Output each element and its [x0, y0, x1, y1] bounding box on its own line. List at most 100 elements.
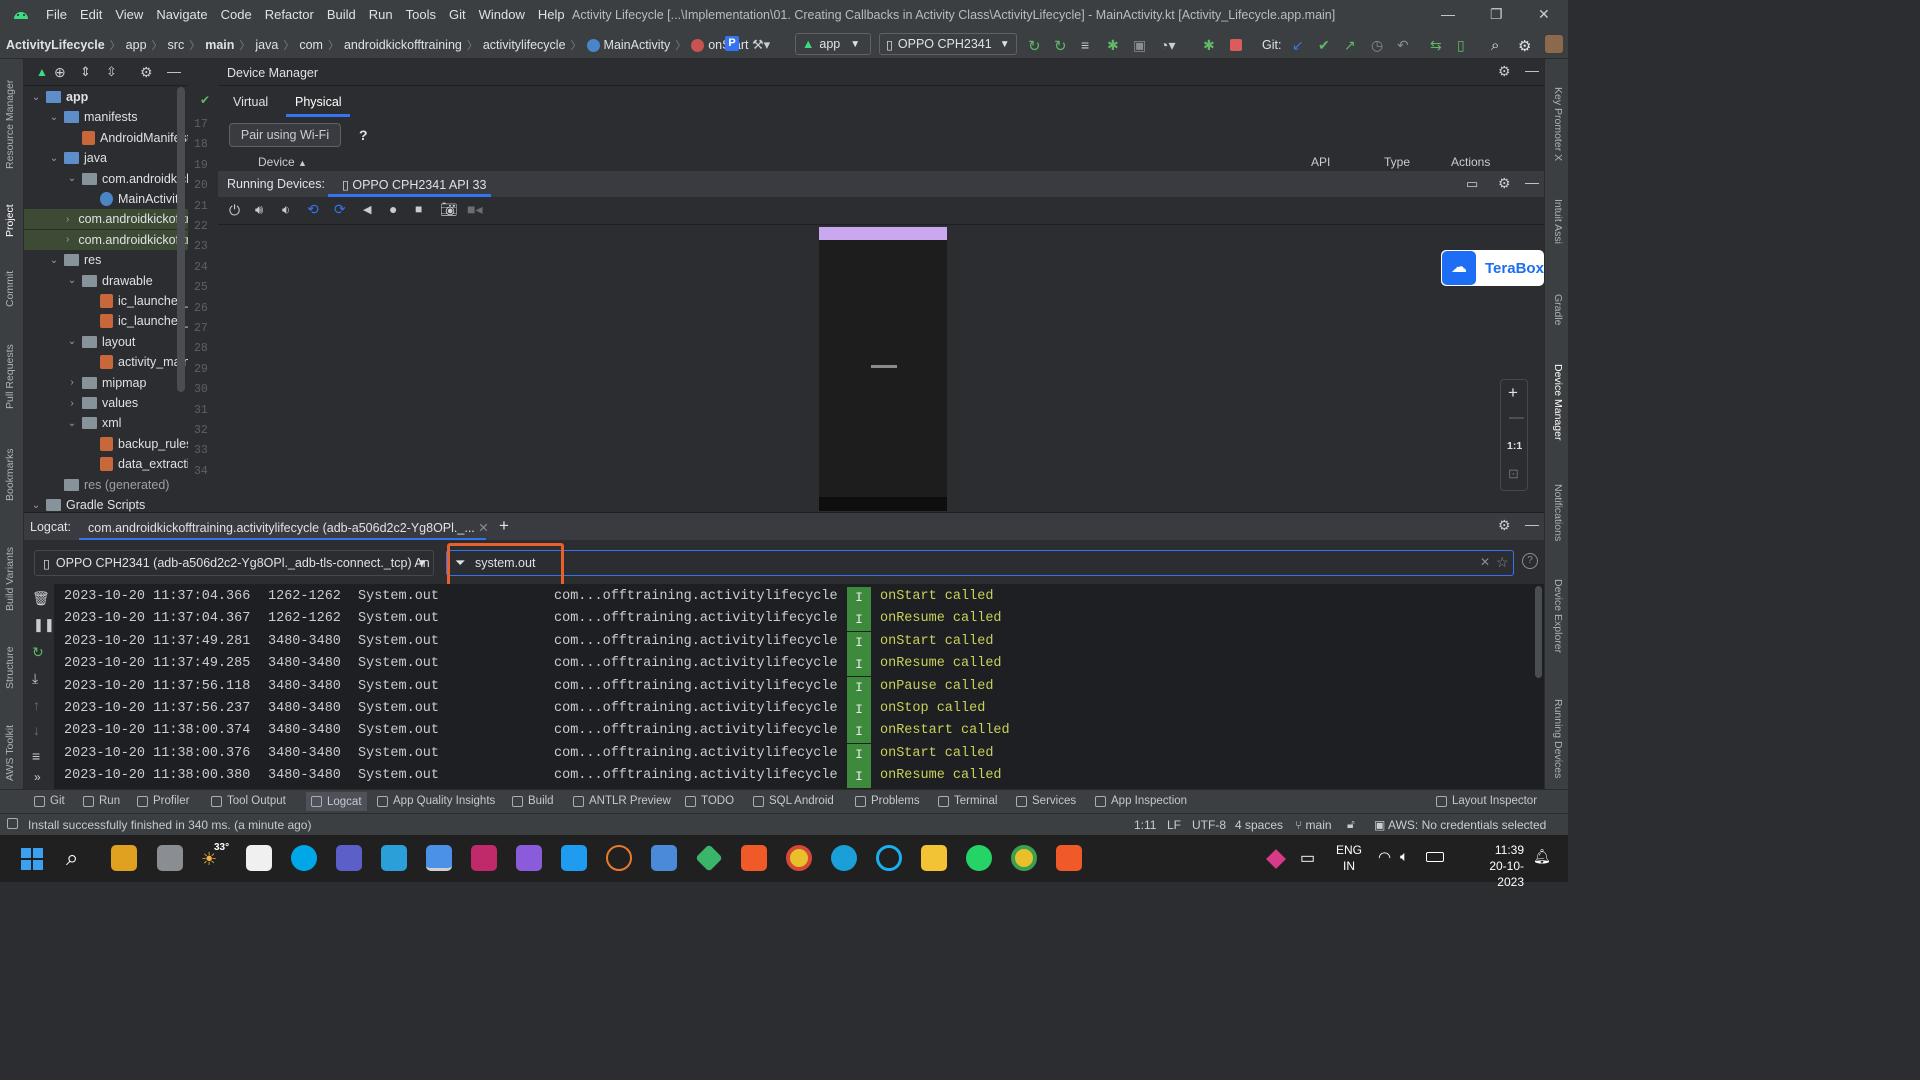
- down-arrow-icon[interactable]: ↓: [33, 722, 40, 738]
- chrome-app-icon[interactable]: [786, 845, 812, 871]
- tree-item[interactable]: ⌄ java: [48, 148, 107, 168]
- tree-item[interactable]: ⌄ drawable: [66, 271, 153, 291]
- gear-icon[interactable]: ⚙: [1498, 517, 1511, 534]
- avatar[interactable]: [1545, 35, 1563, 53]
- tool-intuit-assist[interactable]: Intuit Assi: [1552, 199, 1564, 244]
- wifi-icon[interactable]: ◠: [1378, 848, 1391, 866]
- device-mirror-icon[interactable]: ▯: [1457, 37, 1473, 53]
- menu-file[interactable]: File: [46, 7, 67, 22]
- breadcrumb-item[interactable]: MainActivity: [604, 38, 671, 52]
- hide-icon[interactable]: —: [1525, 516, 1539, 532]
- tool-key-promoter[interactable]: Key Promoter X: [1552, 87, 1564, 161]
- stop-icon[interactable]: [1230, 39, 1242, 51]
- chevron-down-icon[interactable]: ⌄: [48, 112, 60, 123]
- tool-services[interactable]: Services: [1016, 795, 1076, 807]
- device-screen-mirror[interactable]: [819, 227, 947, 511]
- indent-setting[interactable]: 4 spaces: [1235, 818, 1283, 832]
- logcat-tab[interactable]: com.androidkickofftraining.activitylifec…: [88, 520, 489, 535]
- tree-item[interactable]: › values: [66, 393, 138, 413]
- volume-icon[interactable]: 🔈︎: [1400, 848, 1408, 865]
- tool-build-variants[interactable]: Build Variants: [4, 547, 16, 611]
- tool-run[interactable]: Run: [83, 795, 120, 807]
- menu-git[interactable]: Git: [449, 7, 466, 22]
- breadcrumb-item[interactable]: ActivityLifecycle: [6, 38, 105, 52]
- tool-pull-requests[interactable]: Pull Requests: [4, 344, 16, 409]
- logcat-filter-input[interactable]: ⏷ system.out ✕ ☆: [446, 550, 1514, 576]
- logcat-output[interactable]: 🗑︎ ❚❚ ↻ ⤓ ↑ ↓ ≡ » 2023-10-20 11:37:04.36…: [24, 584, 1544, 789]
- col-type[interactable]: Type: [1384, 155, 1410, 169]
- fit-screen-icon[interactable]: ⊡: [1508, 466, 1519, 482]
- git-commit-icon[interactable]: ✔: [1318, 37, 1334, 53]
- tab-virtual[interactable]: Virtual: [233, 95, 268, 109]
- tool-layout-inspector[interactable]: Layout Inspector: [1436, 795, 1537, 807]
- list-icon[interactable]: ≡: [1081, 37, 1097, 53]
- close-icon[interactable]: ✕: [478, 521, 488, 535]
- brave-app-icon[interactable]: [741, 845, 767, 871]
- photos-app-icon[interactable]: [651, 845, 677, 871]
- git-app-icon[interactable]: [695, 844, 723, 872]
- chevron-down-icon[interactable]: ⌄: [48, 153, 60, 164]
- col-actions[interactable]: Actions: [1451, 155, 1490, 169]
- explorer-app-icon[interactable]: [921, 845, 947, 871]
- status-toggle-icon[interactable]: [7, 818, 18, 829]
- android-studio-app-icon[interactable]: [426, 845, 452, 871]
- search-icon[interactable]: ⌕: [66, 845, 78, 871]
- tree-item[interactable]: MainActivity: [84, 189, 185, 209]
- minimize-button[interactable]: —: [1441, 6, 1455, 22]
- breadcrumb-item[interactable]: java: [255, 38, 278, 52]
- menu-navigate[interactable]: Navigate: [156, 7, 207, 22]
- tool-commit[interactable]: Commit: [4, 271, 16, 307]
- aws-status[interactable]: ▣ AWS: No credentials selected: [1374, 818, 1546, 832]
- widgets-app-icon[interactable]: [111, 845, 137, 871]
- pair-wifi-button[interactable]: Pair using Wi-Fi: [229, 123, 341, 147]
- apply-changes-icon[interactable]: ↻: [1054, 37, 1070, 55]
- pause-icon[interactable]: ❚❚: [33, 617, 55, 633]
- gear-icon[interactable]: ⚙: [1498, 63, 1511, 80]
- caret-position[interactable]: 1:11: [1134, 818, 1156, 832]
- device-select[interactable]: ▯ OPPO CPH2341 ▼: [879, 33, 1017, 55]
- tree-item[interactable]: data_extraction_rules.xml: [84, 454, 188, 474]
- chevron-down-icon[interactable]: ⌄: [66, 173, 78, 184]
- help-icon[interactable]: ?: [1522, 553, 1538, 569]
- menu-build[interactable]: Build: [327, 7, 356, 22]
- hide-icon[interactable]: —: [1525, 62, 1539, 78]
- tree-item[interactable]: ⌄ layout: [66, 332, 136, 352]
- gear-icon[interactable]: ⚙: [1498, 175, 1511, 192]
- menu-help[interactable]: Help: [538, 7, 565, 22]
- l-app-icon[interactable]: [381, 845, 407, 871]
- chevron-right-icon[interactable]: ›: [66, 214, 69, 225]
- git-push-icon[interactable]: ↗: [1344, 37, 1360, 53]
- close-button[interactable]: ✕: [1538, 6, 1550, 23]
- clear-logcat-icon[interactable]: 🗑︎: [32, 590, 50, 607]
- running-device-tab[interactable]: ▯ OPPO CPH2341 API 33: [342, 177, 486, 192]
- tree-item[interactable]: ic_launcher_foreground.xml: [84, 311, 188, 331]
- brave-beta-app-icon[interactable]: [1056, 845, 1082, 871]
- tool-project[interactable]: Project: [4, 204, 16, 237]
- history-icon[interactable]: ◷: [1371, 37, 1387, 53]
- settings-gear-icon[interactable]: ⚙: [1518, 37, 1534, 55]
- visual-studio-app-icon[interactable]: [516, 845, 542, 871]
- zoom-in-icon[interactable]: +: [1508, 383, 1518, 403]
- tree-scrollbar[interactable]: [177, 87, 185, 392]
- rotate-left-icon[interactable]: ⟲: [307, 201, 319, 218]
- tool-problems[interactable]: Problems: [855, 795, 920, 807]
- chevron-down-icon[interactable]: ⌄: [66, 275, 78, 286]
- menu-code[interactable]: Code: [221, 7, 252, 22]
- tool-antlr-preview[interactable]: ANTLR Preview: [573, 795, 671, 807]
- chevron-down-icon[interactable]: ⌄: [30, 500, 42, 511]
- chevron-down-icon[interactable]: ⌄: [30, 92, 42, 103]
- volume-down-icon[interactable]: 🔉︎: [282, 202, 290, 218]
- notification-bell-icon[interactable]: 🔔︎: [1533, 848, 1551, 865]
- tree-item[interactable]: activity_main.xml: [84, 352, 188, 372]
- git-branch[interactable]: ⑂ main: [1295, 818, 1332, 832]
- col-device[interactable]: Device ▲: [258, 155, 307, 169]
- more-icon[interactable]: »: [34, 770, 41, 784]
- soft-wrap-icon[interactable]: ≡: [32, 748, 40, 764]
- android-debug-icon[interactable]: ✱: [1203, 37, 1219, 53]
- menu-window[interactable]: Window: [479, 7, 525, 22]
- run-config-select[interactable]: ▲ app ▼: [795, 33, 871, 55]
- profiler-icon[interactable]: ◔▾: [1160, 37, 1176, 53]
- tray-app-icon[interactable]: [1266, 849, 1286, 869]
- android-icon[interactable]: ▲: [36, 65, 48, 79]
- tool-device-manager[interactable]: Device Manager: [1552, 364, 1564, 440]
